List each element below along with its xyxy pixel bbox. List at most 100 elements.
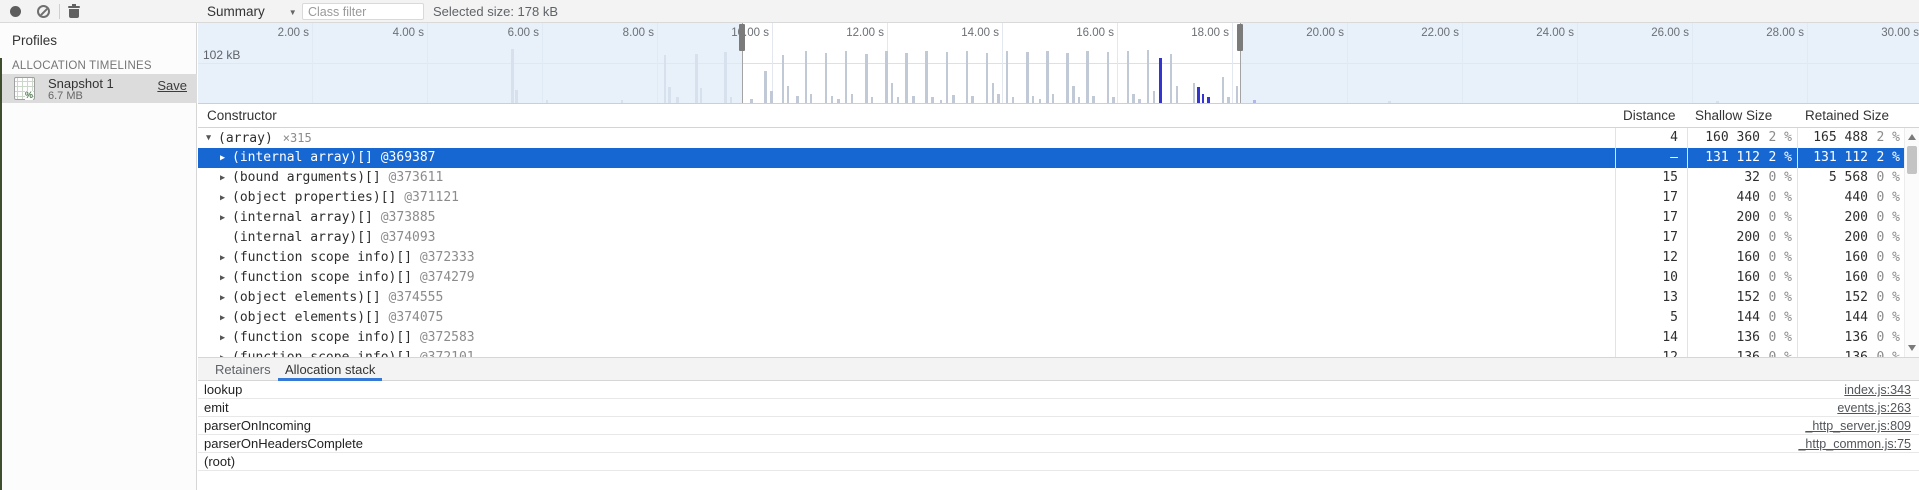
expander-icon[interactable]: ▶ [220,248,225,268]
memory-max-label: 102 kB [203,48,240,62]
allocation-bar [986,53,989,103]
object-id: @374093 [381,230,436,245]
expander-icon[interactable]: ▶ [220,348,225,357]
cell-shallow-size: 160 [1660,268,1760,288]
cell-shallow-size: 152 [1660,288,1760,308]
table-row[interactable]: ▶(function scope info)[] @372333121600 %… [198,248,1904,268]
table-row[interactable]: ▶(function scope info)[] @372583141360 %… [198,328,1904,348]
cell-retained-pct: 2 % [1870,128,1900,148]
scrollbar-thumb[interactable] [1907,146,1917,174]
perspective-select[interactable]: Summary▼ [207,0,297,23]
allocation-bar [905,53,908,103]
object-id: @374075 [389,310,444,325]
clear-all-icon-slash [38,6,49,17]
allocation-bar [764,71,767,103]
tab-retainers[interactable]: Retainers [208,358,278,381]
constructor-name: (function scope info)[] @374279 [232,268,475,288]
timeline-tick-label: 16.00 s [1054,27,1114,39]
table-row[interactable]: ▶(function scope info)[] @372101121360 %… [198,348,1904,357]
table-scrollbar[interactable] [1904,128,1919,357]
object-id: @374555 [389,290,444,305]
chevron-down-icon: ▼ [289,8,297,17]
object-id: @373611 [389,170,444,185]
expander-icon[interactable]: ▶ [220,148,225,168]
expander-icon[interactable]: ▶ [220,168,225,188]
stack-frame-source-link[interactable]: _http_server.js:809 [1805,417,1911,435]
timeline-tick-label: 24.00 s [1514,27,1574,39]
column-divider [1797,104,1798,357]
selection-handle-right[interactable] [1237,24,1243,51]
stack-frame-row[interactable]: parserOnHeadersComplete_http_common.js:7… [198,435,1919,453]
stack-frame-source-link[interactable]: events.js:263 [1837,399,1911,417]
allocation-bar [891,83,894,103]
cell-retained-size: 160 [1768,248,1868,268]
stack-frame-source-link[interactable]: _http_common.js:75 [1798,435,1911,453]
expander-icon[interactable]: ▶ [220,288,225,308]
table-row[interactable]: ▼(array)×3154160 3602 %165 4882 % [198,128,1904,148]
stack-frame-row[interactable]: parserOnIncoming _http_server.js:809 [198,417,1919,435]
stack-frame-name: parserOnIncoming [204,417,311,435]
cell-retained-pct: 0 % [1870,308,1900,328]
sidebar-title: Profiles [12,33,57,48]
toolbar: Summary▼ Selected size: 178 kB [0,0,1919,23]
table-row[interactable]: ▶(object elements)[] @37407551440 %1440 … [198,308,1904,328]
allocation-bar [1147,50,1150,103]
class-filter-input[interactable] [302,3,424,20]
timeline-tick-label: 12.00 s [824,27,884,39]
timeline-tick-label: 20.00 s [1284,27,1344,39]
clear-all-icon[interactable] [37,5,50,18]
column-header-retained-size[interactable]: Retained Size [1805,104,1889,128]
column-header-distance[interactable]: Distance [1623,104,1676,128]
table-row[interactable]: ▶(function scope info)[] @374279101600 %… [198,268,1904,288]
selection-handle-left[interactable] [739,24,745,51]
allocation-bar [925,51,928,103]
constructor-name: (internal array)[] @373885 [232,208,436,228]
instance-count: ×315 [283,131,312,145]
allocation-bar [1159,58,1162,103]
sidebar-item-snapshot-1[interactable]: % Snapshot 1 6.7 MB Save [0,74,197,103]
table-row[interactable]: ▶(object elements)[] @374555131520 %1520… [198,288,1904,308]
cell-retained-size: 136 [1768,348,1868,357]
allocation-bar [1127,51,1130,103]
allocation-bar [845,51,848,103]
table-row[interactable]: ▶(internal array)[] @369387–131 1122 %13… [198,148,1904,168]
save-link[interactable]: Save [157,78,187,93]
stack-frame-row[interactable]: lookupindex.js:343 [198,381,1919,399]
expander-icon[interactable]: ▶ [220,268,225,288]
allocation-bar [1039,99,1042,103]
expander-icon[interactable]: ▶ [220,328,225,348]
expander-icon[interactable]: ▶ [220,208,225,228]
allocation-bar [1202,94,1205,103]
scrollbar-up-icon[interactable] [1908,134,1916,140]
scrollbar-down-icon[interactable] [1908,345,1916,351]
allocation-bar [971,96,974,103]
delete-profile-icon[interactable] [68,4,80,19]
column-divider [1687,104,1688,357]
table-row[interactable]: ▶(bound arguments)[] @37361115320 %5 568… [198,168,1904,188]
table-row[interactable]: (internal array)[] @374093172000 %2000 % [198,228,1904,248]
table-row[interactable]: ▶(object properties)[] @371121174400 %44… [198,188,1904,208]
expander-icon[interactable]: ▶ [220,308,225,328]
cell-shallow-size: 136 [1660,328,1760,348]
cell-retained-size: 5 568 [1768,168,1868,188]
expander-icon[interactable]: ▼ [206,128,211,148]
stack-frame-row[interactable]: emitevents.js:263 [198,399,1919,417]
expander-icon[interactable]: ▶ [220,188,225,208]
tab-allocation-stack[interactable]: Allocation stack [278,358,382,381]
allocation-bar [1107,52,1110,103]
selected-size-label: Selected size: 178 kB [433,0,558,23]
cell-retained-pct: 0 % [1870,288,1900,308]
cell-shallow-size: 200 [1660,208,1760,228]
cell-retained-size: 200 [1768,228,1868,248]
table-row[interactable]: ▶(internal array)[] @373885172000 %2000 … [198,208,1904,228]
cell-retained-pct: 0 % [1870,328,1900,348]
timeline-overview[interactable]: 102 kB 2.00 s4.00 s6.00 s8.00 s10.00 s12… [198,23,1919,104]
stack-frame-row[interactable]: (root) [198,453,1919,471]
allocation-bar [1006,51,1009,103]
stack-frame-source-link[interactable]: index.js:343 [1844,381,1911,399]
constructor-name: (object elements)[] @374075 [232,308,443,328]
allocation-bar [1176,86,1179,103]
column-header-shallow-size[interactable]: Shallow Size [1695,104,1772,128]
column-header-constructor[interactable]: Constructor [207,104,277,128]
record-icon[interactable] [10,6,21,17]
